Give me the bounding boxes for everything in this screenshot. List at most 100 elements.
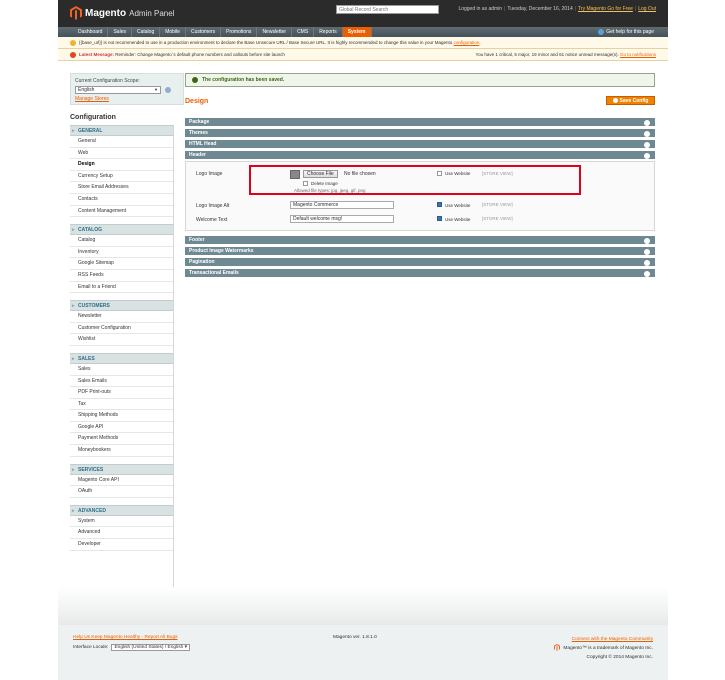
help-link[interactable]: Get help for this page xyxy=(598,27,654,37)
welcome-text-input[interactable]: Default welcome msg! xyxy=(290,215,394,223)
sidebar-item-magento-core-api[interactable]: Magento Core API xyxy=(70,474,173,487)
help-icon[interactable] xyxy=(165,87,171,93)
nav-catalog[interactable]: Catalog xyxy=(132,27,161,37)
sidebar-item-content-management[interactable]: Content Management xyxy=(70,205,173,218)
store-view-note: [STORE VIEW] xyxy=(482,216,513,221)
footer-band xyxy=(58,587,668,625)
global-search-input[interactable] xyxy=(336,5,439,14)
separator: | xyxy=(574,6,577,12)
group-package[interactable]: Package xyxy=(185,118,655,127)
sidebar-item-general[interactable]: General xyxy=(70,136,173,148)
warning-icon xyxy=(70,39,76,46)
success-message-text: The configuration has been saved. xyxy=(202,77,285,83)
sidebar-item-google-sitemap[interactable]: Google Sitemap xyxy=(70,258,173,270)
sidebar-item-tax[interactable]: Tax xyxy=(70,398,173,411)
group-watermarks-label: Product Image Watermarks xyxy=(189,248,254,254)
nav-system[interactable]: System xyxy=(342,27,372,37)
logo-subtitle: Admin Panel xyxy=(129,8,175,18)
sidebar-item-developer[interactable]: Developer xyxy=(70,539,173,551)
sidebar-item-email-to-a-friend[interactable]: Email to a Friend xyxy=(70,281,173,294)
group-footer[interactable]: Footer xyxy=(185,236,655,245)
sidebar-section-general[interactable]: GENERAL xyxy=(70,125,173,136)
sidebar-gap xyxy=(70,293,173,301)
scope-select[interactable]: English xyxy=(75,86,161,94)
nav-sales[interactable]: Sales xyxy=(108,27,132,37)
sidebar-item-contacts[interactable]: Contacts xyxy=(70,193,173,206)
latest-message-text: Reminder: Change Magento`s default phone… xyxy=(115,52,285,57)
try-magento-go-link[interactable]: Try Magento Go for Free xyxy=(578,6,633,12)
magento-logo[interactable]: Magento Admin Panel xyxy=(70,5,174,21)
sidebar-item-payment-methods[interactable]: Payment Methods xyxy=(70,433,173,446)
main-nav: Dashboard Sales Catalog Mobile Customers… xyxy=(58,27,668,37)
magento-version: Magento ver. 1.8.1.0 xyxy=(333,635,377,640)
sidebar-item-newsletter[interactable]: Newsletter xyxy=(70,311,173,323)
footer-left: Help Us Keep Magento Healthy - Report Al… xyxy=(73,635,191,651)
group-product-image-watermarks[interactable]: Product Image Watermarks xyxy=(185,247,655,256)
nav-dashboard[interactable]: Dashboard xyxy=(73,27,109,37)
sidebar-section-customers[interactable]: CUSTOMERS xyxy=(70,300,173,312)
sidebar-item-customer-configuration[interactable]: Customer Configuration xyxy=(70,322,173,335)
magento-logo-icon xyxy=(70,6,82,20)
group-transactional-emails-label: Transactional Emails xyxy=(189,270,239,276)
sidebar-section-services[interactable]: SERVICES xyxy=(70,463,173,475)
group-pagination[interactable]: Pagination xyxy=(185,258,655,267)
configuration-link[interactable]: configuration xyxy=(454,40,480,45)
use-website-checkbox-alt[interactable] xyxy=(437,202,442,207)
sidebar-item-sales-emails[interactable]: Sales Emails xyxy=(70,375,173,388)
sidebar-item-inventory[interactable]: Inventory xyxy=(70,246,173,259)
expand-icon xyxy=(644,130,650,137)
report-bugs-link[interactable]: Help Us Keep Magento Healthy - Report Al… xyxy=(73,635,178,640)
sidebar-item-web[interactable]: Web xyxy=(70,147,173,160)
footer: Help Us Keep Magento Healthy - Report Al… xyxy=(58,625,668,680)
sidebar-item-oauth[interactable]: OAuth xyxy=(70,486,173,498)
group-html-head[interactable]: HTML Head xyxy=(185,140,655,149)
latest-message-notice: Latest Message: Reminder: Change Magento… xyxy=(58,49,668,61)
sidebar-gap xyxy=(70,497,173,505)
sidebar-item-wishlist[interactable]: Wishlist xyxy=(70,334,173,346)
sidebar-item-store-email-addresses[interactable]: Store Email Addresses xyxy=(70,182,173,194)
sidebar-section-sales[interactable]: SALES xyxy=(70,352,173,364)
sidebar-item-design[interactable]: Design xyxy=(70,159,173,171)
use-website-label: Use Website xyxy=(445,217,471,222)
sidebar-item-moneybookers[interactable]: Moneybookers xyxy=(70,445,173,457)
manage-stores-link[interactable]: Manage Stores xyxy=(75,96,109,102)
sidebar-item-pdf-print-outs[interactable]: PDF Print-outs xyxy=(70,387,173,399)
group-transactional-emails[interactable]: Transactional Emails xyxy=(185,269,655,278)
nav-cms[interactable]: CMS xyxy=(292,27,315,37)
sidebar-gap xyxy=(70,456,173,464)
sidebar-section-advanced[interactable]: ADVANCED xyxy=(70,504,173,516)
sidebar-item-sales[interactable]: Sales xyxy=(70,363,173,376)
sidebar-item-shipping-methods[interactable]: Shipping Methods xyxy=(70,410,173,422)
logout-link[interactable]: Log Out xyxy=(638,6,656,12)
current-date: Tuesday, December 16, 2014 xyxy=(507,6,573,12)
sidebar-item-currency-setup[interactable]: Currency Setup xyxy=(70,170,173,183)
logo-alt-input[interactable]: Magento Commerce xyxy=(290,201,394,209)
logo-image-label: Logo Image xyxy=(196,171,223,177)
sidebar-section-catalog[interactable]: CATALOG xyxy=(70,224,173,236)
base-url-notice-text: {{base_url}} is not recommended to use i… xyxy=(79,40,453,45)
nav-reports[interactable]: Reports xyxy=(314,27,343,37)
sidebar-gap xyxy=(70,217,173,225)
sidebar-item-system[interactable]: System xyxy=(70,515,173,528)
base-url-notice: {{base_url}} is not recommended to use i… xyxy=(58,37,668,49)
sidebar-item-rss-feeds[interactable]: RSS Feeds xyxy=(70,269,173,282)
admin-header: Magento Admin Panel Logged in as admin |… xyxy=(58,0,668,27)
nav-mobile[interactable]: Mobile xyxy=(160,27,186,37)
nav-promotions[interactable]: Promotions xyxy=(221,27,258,37)
sidebar-item-catalog[interactable]: Catalog xyxy=(70,235,173,247)
sidebar-item-advanced[interactable]: Advanced xyxy=(70,527,173,540)
store-view-note: [STORE VIEW] xyxy=(482,202,513,207)
group-themes-label: Themes xyxy=(189,130,208,136)
locale-select[interactable]: English (United States) / English ▾ xyxy=(111,644,191,651)
sidebar-item-google-api[interactable]: Google API xyxy=(70,421,173,434)
nav-newsletter[interactable]: Newsletter xyxy=(257,27,293,37)
logo-text: Magento xyxy=(85,7,127,19)
group-themes[interactable]: Themes xyxy=(185,129,655,138)
header-links: Logged in as admin | Tuesday, December 1… xyxy=(458,6,656,12)
go-to-notifications-link[interactable]: Go to notifications xyxy=(620,52,656,57)
save-config-button[interactable]: Save Config xyxy=(606,96,655,105)
group-header[interactable]: Header xyxy=(185,151,655,160)
community-link[interactable]: Connect with the Magento Community xyxy=(572,637,653,642)
use-website-checkbox-welcome[interactable] xyxy=(437,216,442,221)
nav-customers[interactable]: Customers xyxy=(186,27,222,37)
